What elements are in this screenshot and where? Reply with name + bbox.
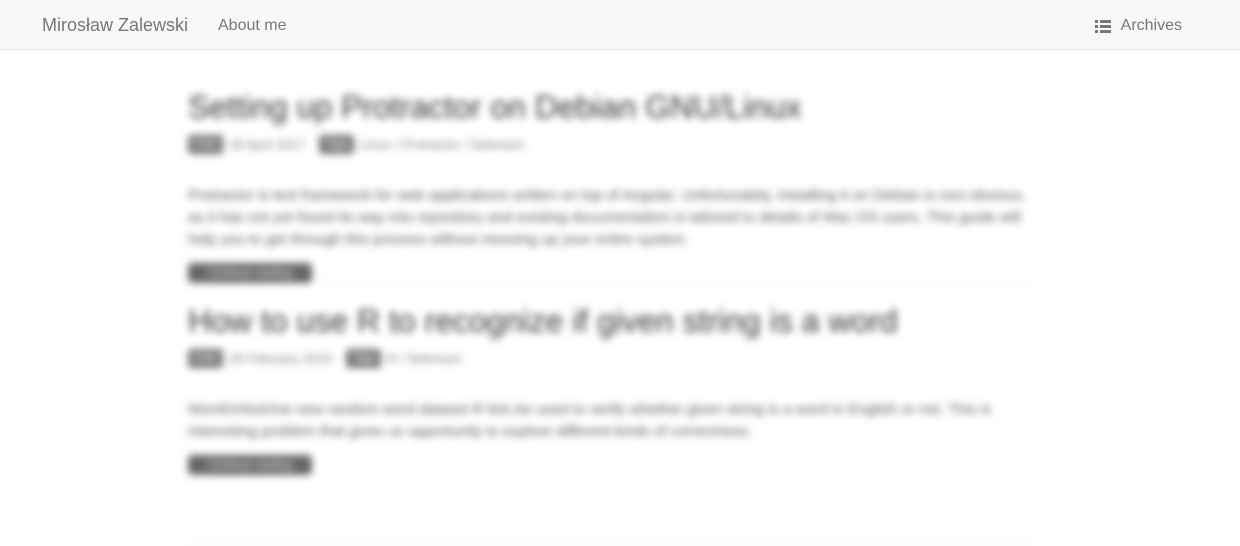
post-title[interactable]: Setting up Protractor on Debian GNU/Linu… <box>188 88 1034 126</box>
read-more-button[interactable]: Continue reading <box>188 455 312 475</box>
post-tags[interactable]: R / Selenium <box>387 351 461 366</box>
tags-badge: Tags <box>345 348 382 368</box>
post-excerpt: WordOrNotOne new random word dataset R l… <box>188 401 992 440</box>
tags-badge: Tags <box>319 134 355 154</box>
post-date: 26 April 2017 <box>229 136 306 152</box>
date-badge: Date <box>188 134 224 154</box>
archives-link[interactable]: Archives <box>1094 16 1182 36</box>
post-item: How to use R to recognize if given strin… <box>188 282 1034 544</box>
post-meta: Date 26 February 2016 Tags R / Selenium <box>188 347 1034 369</box>
archives-label: Archives <box>1120 17 1182 34</box>
post-excerpt: Protractor is test framework for web app… <box>188 187 1026 248</box>
post-tags[interactable]: Linux / Protractor / Selenium <box>360 137 524 152</box>
post-list: Setting up Protractor on Debian GNU/Linu… <box>188 50 1034 544</box>
post-meta: Date 26 April 2017 Tags Linux / Protract… <box>188 133 1034 155</box>
post-item: Setting up Protractor on Debian GNU/Linu… <box>188 50 1034 283</box>
navbar: Mirosław Zalewski About me Archives <box>0 0 1240 50</box>
list-icon <box>1094 19 1111 33</box>
read-more-button[interactable]: Continue reading <box>188 263 312 283</box>
site-brand-link[interactable]: Mirosław Zalewski <box>42 14 188 36</box>
post-date: 26 February 2016 <box>229 350 332 366</box>
about-me-link[interactable]: About me <box>218 16 286 36</box>
post-title[interactable]: How to use R to recognize if given strin… <box>188 302 1034 340</box>
date-badge: Date <box>188 348 224 368</box>
